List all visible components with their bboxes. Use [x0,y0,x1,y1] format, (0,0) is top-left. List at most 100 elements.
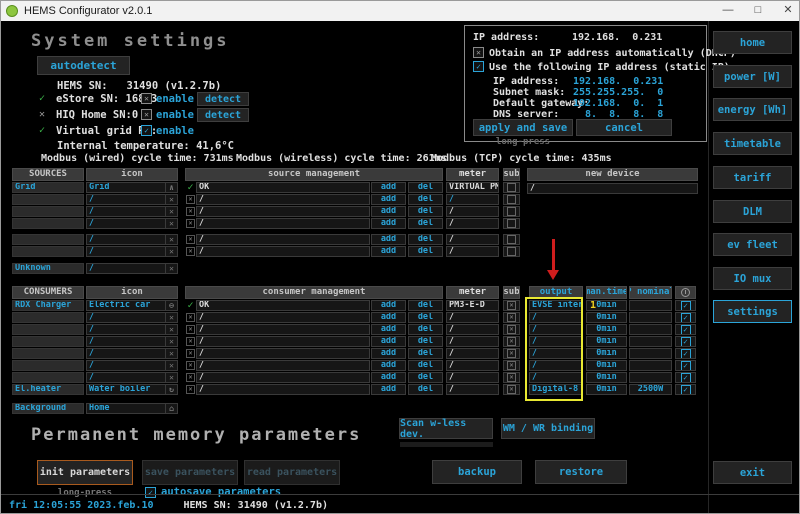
meter-cell[interactable]: / [446,218,499,229]
autodetect-button[interactable]: autodetect [37,56,130,75]
static-ip-checkbox[interactable]: ✓ [473,61,484,72]
del-button[interactable]: del [408,384,443,395]
save-parameters-button[interactable]: save parameters [142,460,238,485]
timer-checkbox-cell[interactable]: ✓ [675,336,696,347]
source-label-cell[interactable] [12,234,84,245]
scan-wless-button[interactable]: Scan w-less dev. [399,418,493,439]
add-button[interactable]: add [371,384,406,395]
sub-checkbox-cell[interactable] [503,182,520,193]
clear-icon[interactable]: ✕ [165,195,177,204]
del-button[interactable]: del [408,246,443,257]
sub-checkbox-cell[interactable] [503,218,520,229]
add-button[interactable]: add [371,324,406,335]
management-cell[interactable]: / [196,384,370,395]
meter-cell[interactable]: / [446,360,499,371]
minimize-button[interactable]: — [713,1,743,21]
meter-cell[interactable]: / [446,206,499,217]
consumer-icon-cell[interactable]: /✕ [86,348,178,359]
sub-checkbox-cell[interactable]: ✕ [503,312,520,323]
source-label-cell[interactable] [12,246,84,257]
man-time-cell[interactable]: 0min [586,348,627,359]
meter-cell[interactable]: VIRTUAL PM [446,182,499,193]
meter-cell[interactable]: / [446,336,499,347]
clear-icon[interactable]: ✕ [165,219,177,228]
read-parameters-button[interactable]: read parameters [244,460,340,485]
sidebar-item-energy[interactable]: energy [Wh] [713,98,792,121]
p-nominal-cell[interactable] [629,312,672,323]
sub-checkbox[interactable]: ✕ [507,361,516,370]
timer-checkbox[interactable]: ✓ [681,325,691,335]
timer-checkbox[interactable]: ✓ [681,349,691,359]
arrow-up-icon[interactable]: ∧ [165,183,177,192]
timer-checkbox[interactable]: ✓ [681,385,691,395]
add-button[interactable]: add [371,312,406,323]
sub-checkbox-cell[interactable]: ✕ [503,372,520,383]
man-time-cell[interactable]: 0min [586,336,627,347]
consumer-icon-cell[interactable]: Electric car⊖ [86,300,178,311]
timer-checkbox[interactable]: ✓ [681,337,691,347]
meter-cell[interactable]: / [446,348,499,359]
sub-checkbox[interactable]: ✕ [507,349,516,358]
clear-icon[interactable]: ✕ [165,313,177,322]
clear-icon[interactable]: ✕ [165,325,177,334]
meter-cell[interactable]: / [446,384,499,395]
clear-icon[interactable]: ✕ [165,247,177,256]
sub-checkbox[interactable] [507,183,516,192]
del-button[interactable]: del [408,324,443,335]
consumer-label-cell[interactable] [12,348,84,359]
management-cell[interactable]: / [196,372,370,383]
sidebar-item-settings[interactable]: settings [713,300,792,323]
man-time-cell[interactable]: 0min [586,324,627,335]
source-label-cell[interactable]: Unknown [12,263,84,274]
del-button[interactable]: del [408,348,443,359]
source-icon-cell[interactable]: /✕ [86,263,178,274]
management-cell[interactable]: / [196,324,370,335]
sub-checkbox[interactable]: ✕ [507,325,516,334]
sidebar-item-dlm[interactable]: DLM [713,200,792,223]
source-icon-cell[interactable]: /✕ [86,234,178,245]
sidebar-item-timetable[interactable]: timetable [713,132,792,155]
apply-and-save-button[interactable]: apply and save [473,119,573,136]
consumer-label-cell[interactable]: Background [12,403,84,414]
clear-icon[interactable]: ✕ [165,264,177,273]
add-button[interactable]: add [371,372,406,383]
source-icon-cell[interactable]: /✕ [86,194,178,205]
management-cell[interactable]: / [196,234,370,245]
backup-button[interactable]: backup [432,460,522,484]
sub-checkbox-cell[interactable]: ✕ [503,360,520,371]
consumer-label-cell[interactable] [12,336,84,347]
management-cell[interactable]: / [196,206,370,217]
consumer-icon-cell[interactable]: Home⌂ [86,403,178,414]
man-time-cell[interactable]: 0min [586,384,627,395]
p-nominal-cell[interactable] [629,372,672,383]
consumer-icon-cell[interactable]: /✕ [86,360,178,371]
management-cell[interactable]: / [196,312,370,323]
sub-checkbox[interactable]: ✕ [507,313,516,322]
source-icon-cell[interactable]: /✕ [86,206,178,217]
sub-checkbox-cell[interactable] [503,234,520,245]
new-device-field[interactable]: / [527,183,698,194]
consumer-icon-cell[interactable]: /✕ [86,336,178,347]
source-icon-cell[interactable]: /✕ [86,218,178,229]
consumer-label-cell[interactable] [12,360,84,371]
sub-checkbox-cell[interactable]: ✕ [503,324,520,335]
consumer-label-cell[interactable] [12,324,84,335]
source-icon-cell[interactable]: /✕ [86,246,178,257]
timer-checkbox-cell[interactable]: ✓ [675,300,696,311]
add-button[interactable]: add [371,246,406,257]
add-button[interactable]: add [371,300,406,311]
clear-icon[interactable]: ✕ [165,373,177,382]
consumer-icon-cell[interactable]: /✕ [86,372,178,383]
sidebar-item-tariff[interactable]: tariff [713,166,792,189]
add-button[interactable]: add [371,206,406,217]
meter-cell[interactable]: / [446,246,499,257]
del-button[interactable]: del [408,372,443,383]
clear-icon[interactable]: ✕ [165,235,177,244]
dhcp-checkbox[interactable]: ✕ [473,47,484,58]
cancel-button[interactable]: cancel [576,119,672,136]
timer-checkbox-cell[interactable]: ✓ [675,360,696,371]
estore-enable-checkbox[interactable]: ✕ [141,93,152,104]
del-button[interactable]: del [408,234,443,245]
sidebar-item-home[interactable]: home [713,31,792,54]
management-cell[interactable]: OK [196,182,370,193]
